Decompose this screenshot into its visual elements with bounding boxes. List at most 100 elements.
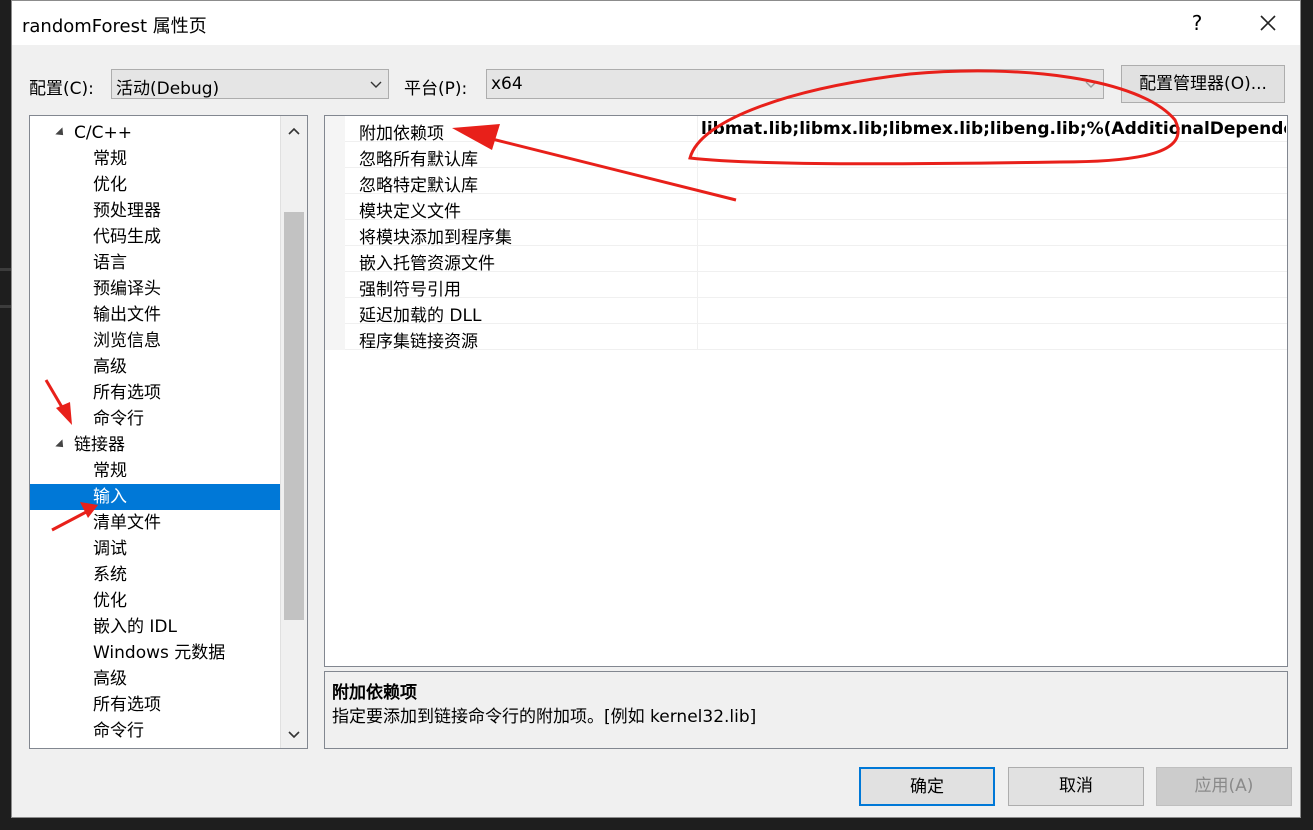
config-select[interactable]: 活动(Debug) (111, 69, 389, 99)
tree-item[interactable]: 输入 (30, 484, 280, 510)
tree-item[interactable]: 预编译头 (30, 276, 280, 302)
platform-select-value: x64 (491, 74, 523, 94)
tree-item[interactable]: 系统 (30, 562, 280, 588)
tree-item-label: 所有选项 (93, 383, 161, 403)
tree-item-label: 优化 (93, 591, 127, 611)
tree-item-label: 清单文件 (93, 513, 161, 533)
help-button[interactable]: ? (1182, 9, 1212, 37)
tree-item[interactable]: 链接器 (30, 432, 280, 458)
tree-item[interactable]: 清单文件 (30, 510, 280, 536)
tree-item-label: 输入 (93, 487, 127, 507)
tree-item[interactable]: 常规 (30, 146, 280, 172)
property-row[interactable]: 嵌入托管资源文件 (325, 246, 1287, 274)
tree-item[interactable]: 调试 (30, 536, 280, 562)
property-name: 模块定义文件 (359, 202, 461, 222)
property-grid: 附加依赖项 libmat.lib;libmx.lib;libmex.lib;lib… (324, 115, 1288, 667)
tree-item[interactable]: 预处理器 (30, 198, 280, 224)
row-gutter (325, 168, 345, 194)
column-divider (697, 324, 698, 350)
property-name: 嵌入托管资源文件 (359, 254, 495, 274)
tree-item[interactable]: 所有选项 (30, 692, 280, 718)
tree-item-label: 常规 (93, 149, 127, 169)
tree-item-label: 高级 (93, 357, 127, 377)
tree-item-label: 命令行 (93, 721, 144, 741)
tree-item-label: 调试 (93, 539, 127, 559)
config-select-value: 活动(Debug) (116, 79, 220, 99)
description-title: 附加依赖项 (332, 683, 417, 703)
tree-scrollbar[interactable] (280, 116, 307, 748)
tree-item[interactable]: 浏览信息 (30, 328, 280, 354)
tree-item[interactable]: 命令行 (30, 406, 280, 432)
property-row[interactable]: 附加依赖项 libmat.lib;libmx.lib;libmex.lib;lib… (325, 116, 1287, 144)
description-panel: 附加依赖项 指定要添加到链接命令行的附加项。[例如 kernel32.lib] (324, 671, 1288, 749)
tree-item[interactable]: C/C++ (30, 120, 280, 146)
tree-item-label: 所有选项 (93, 695, 161, 715)
tree-item-label: 嵌入的 IDL (93, 617, 177, 637)
tree-item-label: C/C++ (74, 123, 132, 143)
tree-item-label: 常规 (93, 461, 127, 481)
tree-item[interactable]: 嵌入的 IDL (30, 614, 280, 640)
expand-triangle-icon[interactable] (55, 127, 67, 139)
config-manager-button[interactable]: 配置管理器(O)... (1121, 65, 1285, 103)
tree-item-label: 系统 (93, 565, 127, 585)
property-row[interactable]: 将模块添加到程序集 (325, 220, 1287, 248)
property-row[interactable]: 强制符号引用 (325, 272, 1287, 300)
row-gutter (325, 298, 345, 324)
column-divider (697, 272, 698, 298)
property-row[interactable]: 模块定义文件 (325, 194, 1287, 222)
row-gutter (325, 220, 345, 246)
close-icon (1260, 15, 1276, 31)
category-tree: C/C++ 常规 优化 预处理器 代码生成 语言 预编译头 输出文件 浏览信息 高级 所有选项 命令行… (29, 115, 308, 749)
property-row[interactable]: 延迟加载的 DLL (325, 298, 1287, 326)
scroll-down-icon[interactable] (288, 728, 300, 740)
tree-item-label: Windows 元数据 (93, 643, 226, 663)
tree-item[interactable]: 代码生成 (30, 224, 280, 250)
property-name: 忽略所有默认库 (359, 150, 478, 170)
chevron-down-icon (1085, 81, 1097, 88)
tree-item[interactable]: 高级 (30, 666, 280, 692)
tree-item-label: 预编译头 (93, 279, 161, 299)
tree-item-label: 优化 (93, 175, 127, 195)
row-gutter (325, 324, 345, 350)
title-bar: randomForest 属性页 ? (12, 1, 1300, 45)
column-divider (697, 246, 698, 272)
property-row[interactable]: 忽略所有默认库 (325, 142, 1287, 170)
property-name: 强制符号引用 (359, 280, 461, 300)
scrollbar-thumb[interactable] (284, 212, 304, 620)
tree-item-label: 高级 (93, 669, 127, 689)
property-row[interactable]: 忽略特定默认库 (325, 168, 1287, 196)
row-gutter (325, 116, 345, 142)
tree-item[interactable]: 所有选项 (30, 380, 280, 406)
property-row[interactable]: 程序集链接资源 (325, 324, 1287, 352)
platform-label: 平台(P): (404, 79, 468, 99)
tree-item-label: 代码生成 (93, 227, 161, 247)
tree-item[interactable]: 常规 (30, 458, 280, 484)
tree-item[interactable]: 语言 (30, 250, 280, 276)
tree-item[interactable]: 输出文件 (30, 302, 280, 328)
config-label: 配置(C): (29, 79, 94, 99)
platform-select[interactable]: x64 (486, 69, 1104, 99)
scroll-up-icon[interactable] (288, 126, 300, 138)
expand-triangle-icon[interactable] (55, 439, 67, 451)
tree-item-label: 预处理器 (93, 201, 161, 221)
tree-item-label: 浏览信息 (93, 331, 161, 351)
apply-button[interactable]: 应用(A) (1156, 767, 1292, 806)
column-divider (697, 220, 698, 246)
ok-button[interactable]: 确定 (859, 767, 995, 806)
tree-item-label: 链接器 (74, 435, 125, 455)
tree-item[interactable]: 高级 (30, 354, 280, 380)
row-gutter (325, 194, 345, 220)
close-button[interactable] (1250, 7, 1286, 39)
column-divider (697, 168, 698, 194)
tree-item[interactable]: Windows 元数据 (30, 640, 280, 666)
tree-item[interactable]: 优化 (30, 588, 280, 614)
row-gutter (325, 142, 345, 168)
property-value[interactable]: libmat.lib;libmx.lib;libmex.lib;libeng.l… (701, 119, 1286, 139)
property-name: 延迟加载的 DLL (359, 306, 482, 326)
tree-item-label: 命令行 (93, 409, 144, 429)
cancel-button[interactable]: 取消 (1008, 767, 1144, 806)
tree-item[interactable]: 优化 (30, 172, 280, 198)
column-divider (697, 142, 698, 168)
tree-item[interactable]: 命令行 (30, 718, 280, 744)
property-name: 附加依赖项 (359, 124, 444, 144)
